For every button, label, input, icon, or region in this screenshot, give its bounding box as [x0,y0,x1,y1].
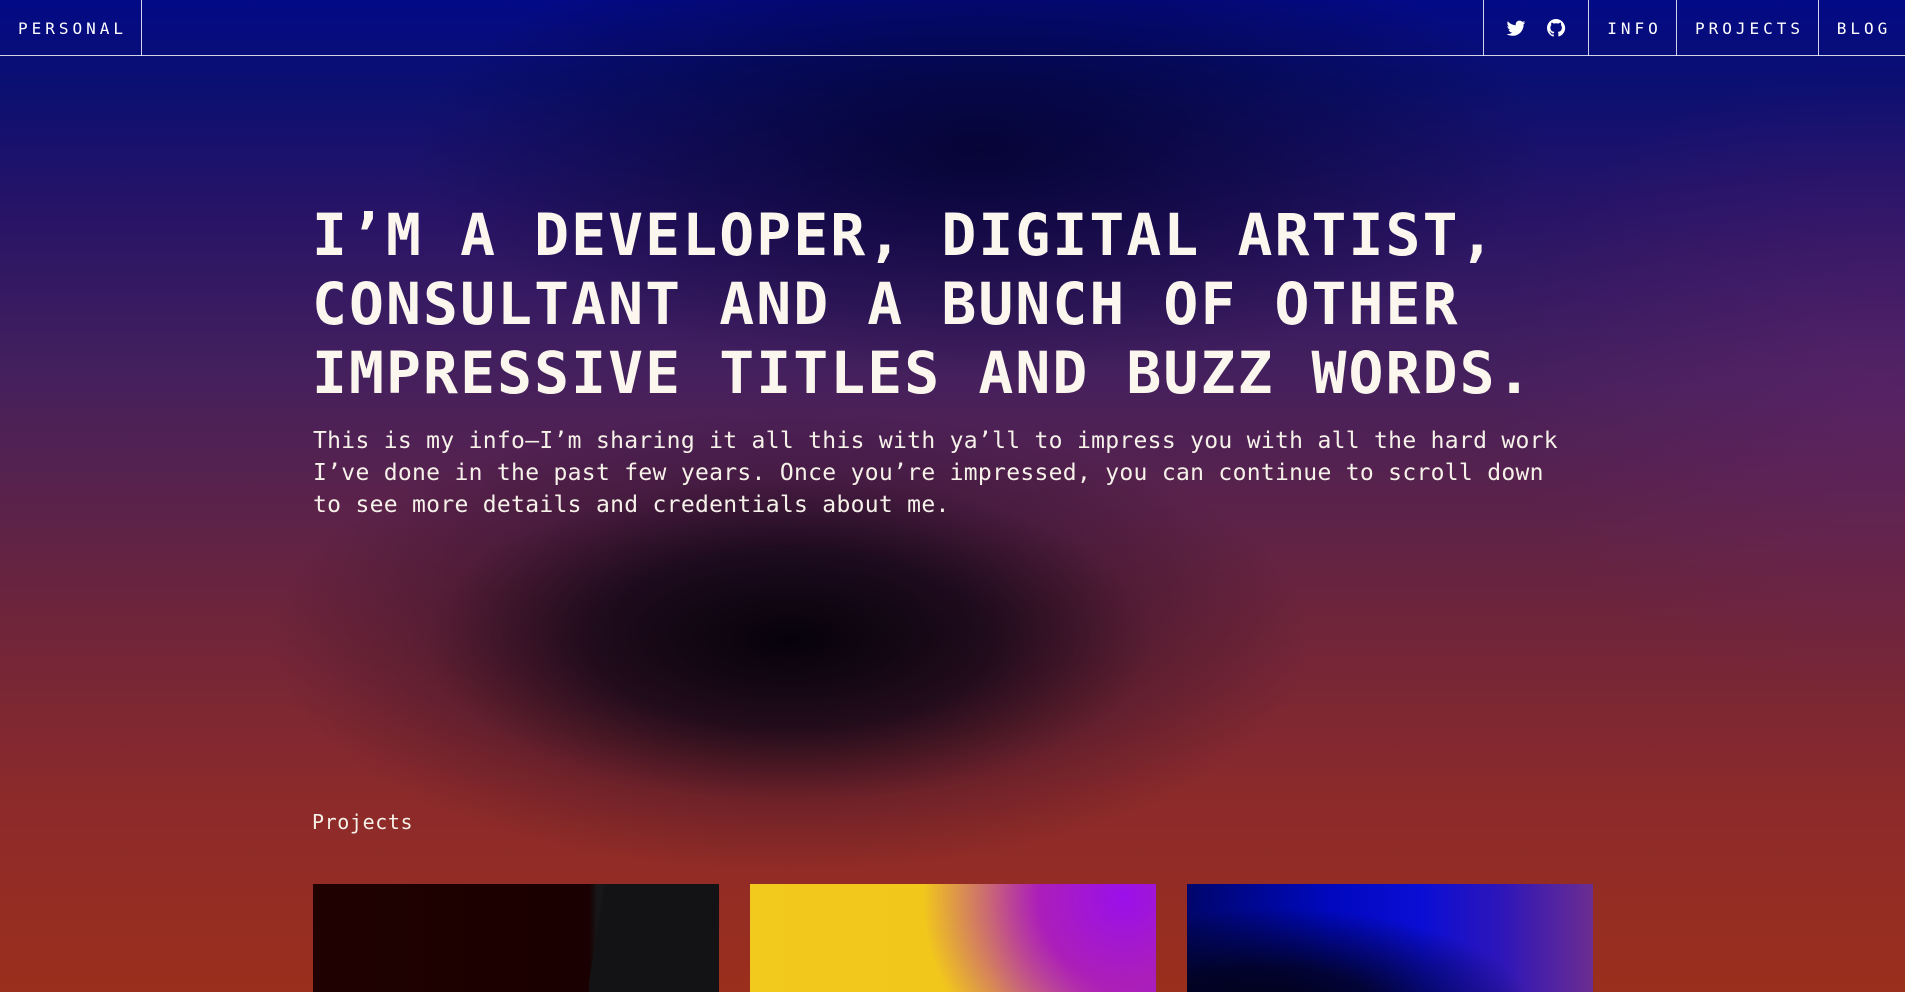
top-navigation: PERSONAL INFO PROJECTS BLOG [0,0,1905,56]
github-icon[interactable] [1544,16,1568,40]
nav-info-link[interactable]: INFO [1589,0,1677,56]
nav-projects-link[interactable]: PROJECTS [1677,0,1819,56]
projects-section-title: Projects [312,810,414,834]
project-card-1[interactable] [313,884,719,992]
social-links [1483,0,1589,56]
brand-link[interactable]: PERSONAL [0,0,142,56]
twitter-icon[interactable] [1504,16,1528,40]
project-card-3[interactable] [1187,884,1593,992]
project-card-image-1 [589,884,719,992]
project-card-2[interactable] [750,884,1156,992]
hero-title: I’M A DEVELOPER, DIGITAL ARTIST, CONSULT… [312,201,1534,407]
hero-description: This is my info—I’m sharing it all this … [313,428,1558,518]
nav-blog-link[interactable]: BLOG [1819,0,1905,56]
